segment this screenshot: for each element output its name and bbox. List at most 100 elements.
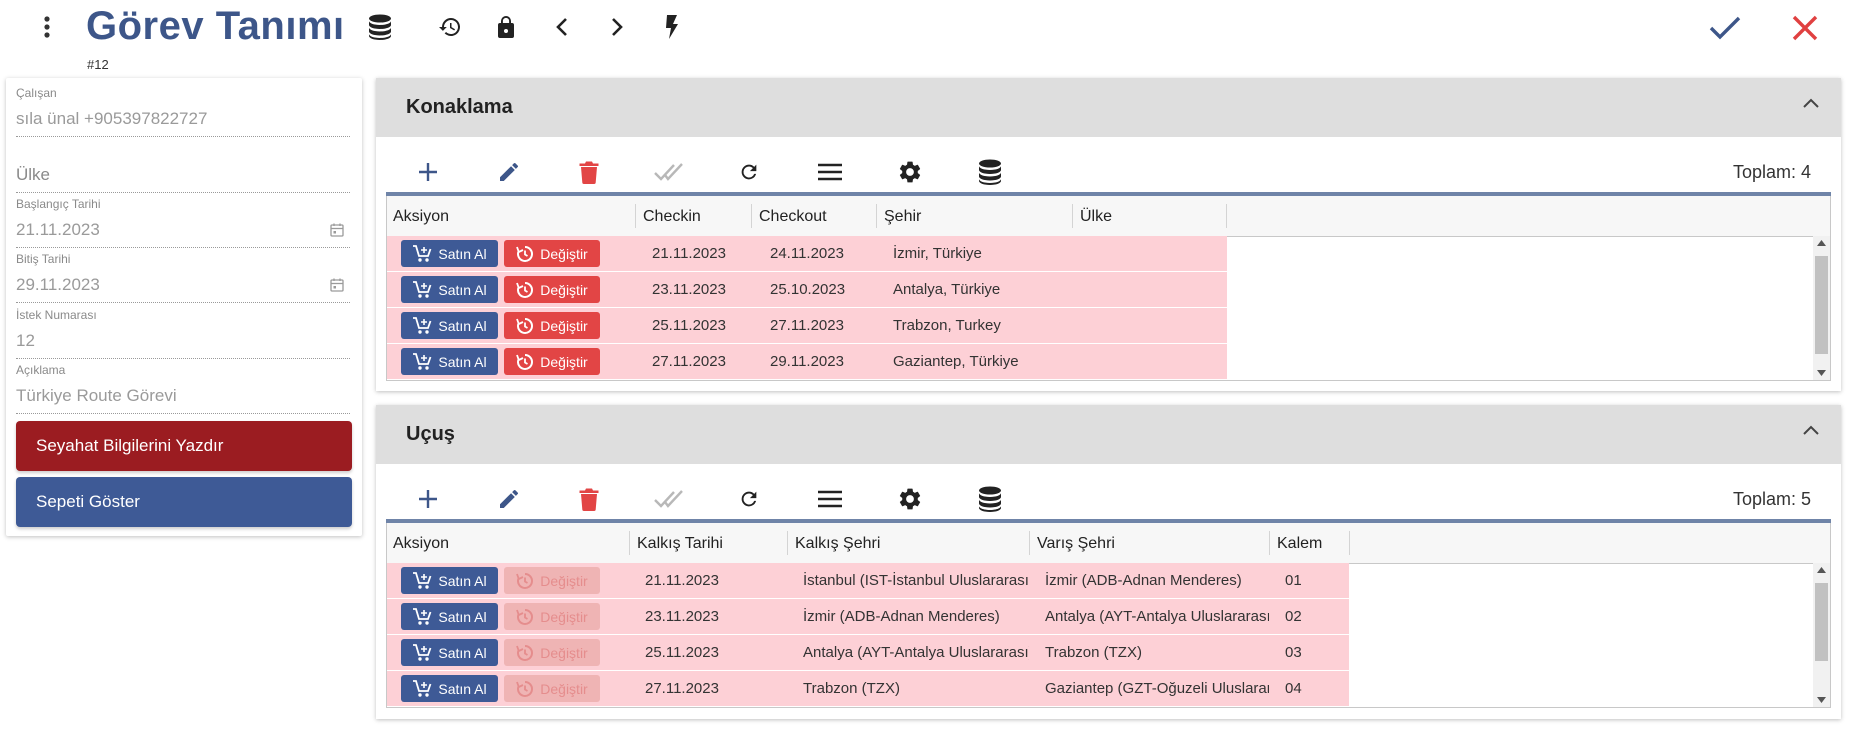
scroll-up-icon[interactable]: [1817, 567, 1826, 573]
accommodation-grid: Aksiyon Checkin Checkout Şehir Ülke Satı…: [386, 196, 1831, 381]
item-cell: 04: [1285, 680, 1302, 697]
buy-label: Satın Al: [438, 317, 487, 334]
departure-date-cell: 23.11.2023: [645, 608, 719, 625]
lock-icon[interactable]: [492, 13, 520, 41]
approve-icon[interactable]: [653, 483, 685, 515]
request-number-field[interactable]: İstek Numarası 12: [16, 308, 350, 359]
column-separator[interactable]: [876, 204, 877, 228]
buy-button[interactable]: Satın Al: [401, 675, 498, 702]
departure-city-cell: İstanbul (IST-İstanbul Uluslararası): [803, 572, 1029, 589]
accommodation-title: Konaklama: [406, 96, 513, 118]
approve-icon[interactable]: [653, 156, 685, 188]
database-icon[interactable]: [974, 483, 1006, 515]
flight-panel-header[interactable]: Uçuş: [376, 405, 1841, 464]
scroll-down-icon[interactable]: [1817, 697, 1826, 703]
column-header[interactable]: Kalkış Tarihi: [637, 535, 723, 553]
buy-button[interactable]: Satın Al: [401, 240, 498, 267]
change-label: Değiştir: [540, 572, 588, 589]
column-separator[interactable]: [787, 531, 788, 555]
scrollbar-thumb[interactable]: [1815, 256, 1828, 354]
change-label: Değiştir: [540, 317, 588, 334]
refresh-icon[interactable]: [733, 483, 765, 515]
column-header[interactable]: Kalkış Şehri: [795, 535, 880, 553]
city-cell: Trabzon, Turkey: [893, 317, 1001, 334]
departure-date-cell: 21.11.2023: [645, 572, 719, 589]
buy-button[interactable]: Satın Al: [401, 312, 498, 339]
buy-label: Satın Al: [438, 572, 487, 589]
menu-icon[interactable]: [814, 483, 846, 515]
column-separator[interactable]: [1072, 204, 1073, 228]
flash-icon[interactable]: [658, 13, 686, 41]
change-icon: [516, 281, 534, 298]
vertical-scrollbar[interactable]: [1813, 236, 1830, 380]
database-icon[interactable]: [366, 13, 394, 41]
column-header[interactable]: Checkout: [759, 208, 827, 226]
history-icon[interactable]: [436, 13, 464, 41]
description-field[interactable]: Açıklama Türkiye Route Görevi: [16, 363, 350, 414]
change-icon: [516, 680, 534, 697]
buy-button[interactable]: Satın Al: [401, 567, 498, 594]
delete-icon[interactable]: [573, 156, 605, 188]
scrollbar-thumb[interactable]: [1815, 583, 1828, 661]
database-icon[interactable]: [974, 156, 1006, 188]
column-header[interactable]: Şehir: [884, 208, 921, 226]
checkin-cell: 25.11.2023: [652, 317, 726, 334]
column-header[interactable]: Aksiyon: [393, 208, 449, 226]
change-button[interactable]: Değiştir: [504, 240, 600, 267]
calendar-icon[interactable]: [330, 223, 344, 237]
confirm-check-icon[interactable]: [1708, 11, 1742, 45]
country-field[interactable]: Ülke: [16, 142, 350, 193]
change-button[interactable]: Değiştir: [504, 312, 600, 339]
scroll-up-icon[interactable]: [1817, 240, 1826, 246]
arrival-city-cell: İzmir (ADB-Adnan Menderes): [1045, 572, 1242, 589]
change-button-disabled: Değiştir: [504, 567, 600, 594]
departure-city-cell: Trabzon (TZX): [803, 680, 900, 697]
refresh-icon[interactable]: [733, 156, 765, 188]
show-basket-button[interactable]: Sepeti Göster: [16, 477, 352, 527]
more-menu-icon[interactable]: [33, 13, 61, 41]
buy-button[interactable]: Satın Al: [401, 639, 498, 666]
buy-button[interactable]: Satın Al: [401, 276, 498, 303]
vertical-scrollbar[interactable]: [1813, 563, 1830, 707]
scroll-down-icon[interactable]: [1817, 370, 1826, 376]
menu-icon[interactable]: [814, 156, 846, 188]
column-separator[interactable]: [751, 204, 752, 228]
add-icon[interactable]: [412, 483, 444, 515]
edit-icon[interactable]: [493, 156, 525, 188]
collapse-chevron-up-icon[interactable]: [1803, 425, 1819, 435]
column-header[interactable]: Varış Şehri: [1037, 535, 1115, 553]
column-separator[interactable]: [1349, 531, 1350, 555]
column-separator[interactable]: [629, 531, 630, 555]
column-separator[interactable]: [1029, 531, 1030, 555]
buy-button[interactable]: Satın Al: [401, 603, 498, 630]
settings-icon[interactable]: [894, 156, 926, 188]
flight-grid: Aksiyon Kalkış Tarihi Kalkış Şehri Varış…: [386, 523, 1831, 708]
add-icon[interactable]: [412, 156, 444, 188]
cart-icon: [413, 280, 432, 298]
column-header[interactable]: Checkin: [643, 208, 701, 226]
chevron-left-icon[interactable]: [548, 13, 576, 41]
change-button[interactable]: Değiştir: [504, 276, 600, 303]
column-header[interactable]: Aksiyon: [393, 535, 449, 553]
print-travel-info-button[interactable]: Seyahat Bilgilerini Yazdır: [16, 421, 352, 471]
delete-icon[interactable]: [573, 483, 605, 515]
column-separator[interactable]: [635, 204, 636, 228]
edit-icon[interactable]: [493, 483, 525, 515]
column-separator[interactable]: [1226, 204, 1227, 228]
column-header[interactable]: Ülke: [1080, 208, 1112, 226]
collapse-chevron-up-icon[interactable]: [1803, 98, 1819, 108]
column-header[interactable]: Kalem: [1277, 535, 1322, 553]
column-separator[interactable]: [1269, 531, 1270, 555]
change-button[interactable]: Değiştir: [504, 348, 600, 375]
start-date-field[interactable]: Başlangıç Tarihi 21.11.2023: [16, 197, 350, 248]
cancel-close-icon[interactable]: [1788, 11, 1822, 45]
employee-field[interactable]: Çalışan sıla ünal +905397822727: [16, 86, 350, 137]
calendar-icon[interactable]: [330, 278, 344, 292]
end-date-field[interactable]: Bitiş Tarihi 29.11.2023: [16, 252, 350, 303]
buy-button[interactable]: Satın Al: [401, 348, 498, 375]
chevron-right-icon[interactable]: [603, 13, 631, 41]
checkout-cell: 27.11.2023: [770, 317, 844, 334]
cart-icon: [413, 643, 432, 661]
accommodation-panel-header[interactable]: Konaklama: [376, 78, 1841, 137]
settings-icon[interactable]: [894, 483, 926, 515]
